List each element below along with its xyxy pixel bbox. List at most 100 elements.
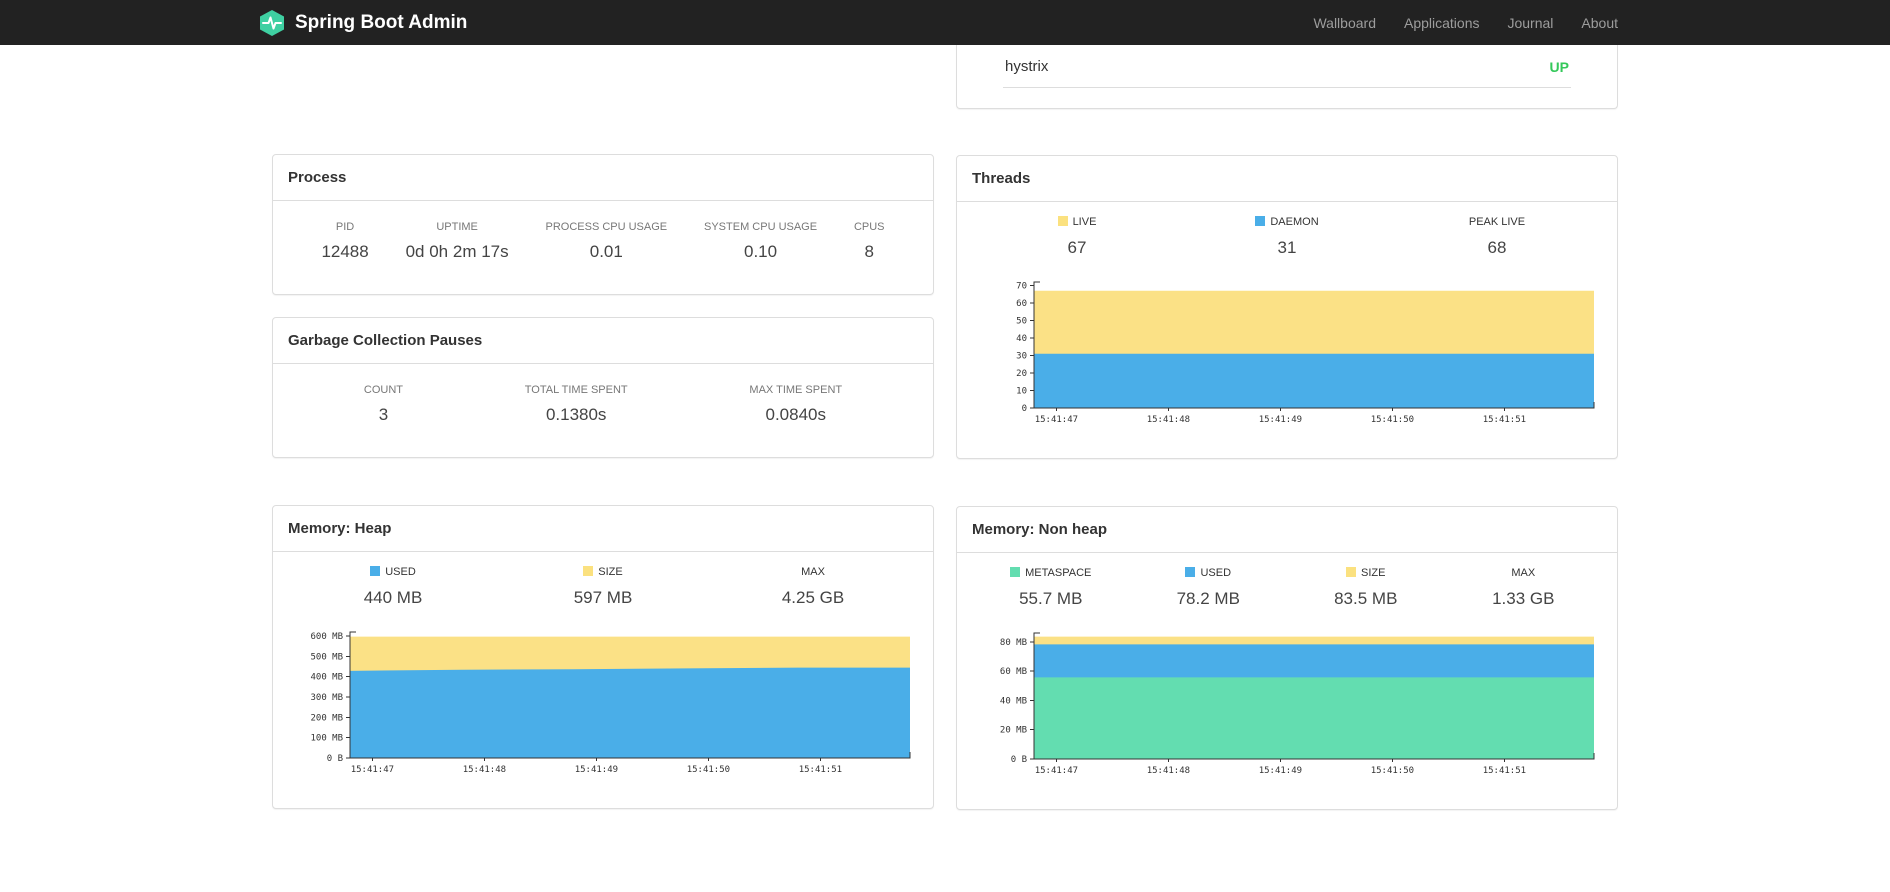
legend-live: LIVE [972, 216, 1182, 228]
legend-size: SIZE [498, 566, 708, 578]
metric-total-time-spent: TOTAL TIME SPENT 0.1380s [525, 384, 628, 427]
threads-panel-title: Threads [972, 170, 1031, 187]
legend-label: SIZE [598, 566, 623, 578]
metric-pid: PID 12488 [321, 221, 368, 264]
svg-text:20 MB: 20 MB [1000, 726, 1027, 736]
svg-text:10: 10 [1016, 387, 1027, 397]
gc-panel: Garbage Collection Pauses COUNT 3 TOTAL … [272, 317, 934, 458]
svg-text:40 MB: 40 MB [1000, 696, 1027, 706]
gc-metrics: COUNT 3 TOTAL TIME SPENT 0.1380s MAX TIM… [273, 364, 933, 457]
application-name: hystrix [1005, 58, 1049, 75]
legend-peak-live: PEAK LIVE [1392, 216, 1602, 228]
metric-value: 3 [378, 405, 389, 424]
metric-label: SYSTEM CPU USAGE [704, 221, 818, 233]
svg-text:15:41:50: 15:41:50 [1371, 415, 1414, 425]
brand-title: Spring Boot Admin [295, 11, 468, 33]
process-panel-title: Process [288, 169, 347, 186]
memory-heap-panel-heading: Memory: Heap [273, 506, 933, 552]
process-panel-heading: Process [273, 155, 933, 201]
legend-used: USED [288, 566, 498, 578]
stat-value: 440 MB [363, 588, 423, 607]
heap-chart: 0 B 100 MB 200 MB 300 MB 400 MB 500 MB 600 MB 1… [310, 631, 911, 775]
metric-system-cpu-usage: SYSTEM CPU USAGE 0.10 [704, 221, 817, 264]
memory-heap-panel: Memory: Heap USED 440 MB SIZE 597 MB MAX… [272, 505, 934, 809]
metric-value: 0.10 [743, 242, 778, 261]
metric-value: 0.0840s [765, 405, 827, 424]
legend-label: DAEMON [1270, 216, 1319, 228]
stat-max: MAX 4.25 GB [708, 566, 918, 610]
svg-text:80 MB: 80 MB [1000, 638, 1027, 648]
gc-panel-heading: Garbage Collection Pauses [273, 318, 933, 364]
nonheap-chart: 0 B 20 MB 40 MB 60 MB 80 MB 15:41:47 15:41:48 1… [1000, 632, 1595, 776]
metric-label: COUNT [363, 384, 403, 396]
process-metrics: PID 12488 UPTIME 0d 0h 2m 17s PROCESS CP… [273, 201, 933, 294]
legend-label: PEAK LIVE [1468, 216, 1526, 228]
threads-panel-heading: Threads [957, 156, 1617, 202]
svg-text:15:41:48: 15:41:48 [1147, 766, 1190, 776]
stat-max: MAX 1.33 GB [1445, 567, 1603, 611]
application-status-panel: hystrix UP [956, 45, 1618, 109]
svg-text:100 MB: 100 MB [310, 734, 343, 744]
brand[interactable]: Spring Boot Admin [258, 9, 467, 37]
process-panel: Process PID 12488 UPTIME 0d 0h 2m 17s PR… [272, 154, 934, 295]
legend-label: LIVE [1072, 216, 1097, 228]
stat-size: SIZE 597 MB [498, 566, 708, 610]
stat-value: 68 [1487, 238, 1507, 257]
nav-item-applications[interactable]: Applications [1404, 15, 1480, 31]
svg-text:0 B: 0 B [1011, 755, 1027, 765]
metric-value: 0.01 [589, 242, 623, 261]
stat-value: 67 [1067, 238, 1087, 257]
stat-value: 55.7 MB [1019, 589, 1083, 608]
svg-text:60: 60 [1016, 299, 1027, 309]
stat-value: 4.25 GB [781, 588, 845, 607]
legend-swatch [370, 566, 381, 576]
nav-links: Wallboard Applications Journal About [1313, 15, 1618, 31]
metric-uptime: UPTIME 0d 0h 2m 17s [406, 221, 509, 264]
nav-item-wallboard[interactable]: Wallboard [1313, 15, 1376, 31]
svg-text:600 MB: 600 MB [310, 632, 343, 642]
svg-text:30: 30 [1016, 352, 1027, 362]
metric-cpus: CPUS 8 [854, 221, 885, 264]
legend-metaspace: METASPACE [972, 567, 1130, 579]
stat-value: 597 MB [573, 588, 633, 607]
navbar-inner: Spring Boot Admin Wallboard Applications… [260, 0, 1618, 45]
metric-label: PROCESS CPU USAGE [545, 221, 668, 233]
legend-swatch [1346, 567, 1357, 577]
legend-size: SIZE [1287, 567, 1445, 579]
nav-item-journal[interactable]: Journal [1507, 15, 1553, 31]
svg-text:15:41:48: 15:41:48 [463, 765, 506, 775]
svg-text:15:41:51: 15:41:51 [799, 765, 842, 775]
gc-panel-title: Garbage Collection Pauses [288, 332, 483, 349]
stat-used: USED 440 MB [288, 566, 498, 610]
svg-text:15:41:49: 15:41:49 [575, 765, 618, 775]
svg-text:500 MB: 500 MB [310, 652, 343, 662]
svg-text:70: 70 [1016, 282, 1027, 292]
legend-label: METASPACE [1025, 567, 1092, 579]
memory-nonheap-stats: METASPACE 55.7 MB USED 78.2 MB SIZE 83.5… [972, 567, 1602, 611]
stat-value: 83.5 MB [1334, 589, 1398, 608]
threads-chart: 0 10 20 30 40 50 60 70 15:41:47 15:41:48 15:41:49 1… [1016, 281, 1595, 425]
svg-text:15:41:51: 15:41:51 [1483, 415, 1526, 425]
stat-value: 78.2 MB [1176, 589, 1240, 608]
svg-text:15:41:50: 15:41:50 [1371, 766, 1414, 776]
nav-item-about[interactable]: About [1581, 15, 1618, 31]
svg-text:60 MB: 60 MB [1000, 667, 1027, 677]
legend-label: SIZE [1361, 567, 1386, 579]
legend-swatch [1255, 216, 1266, 226]
right-column: hystrix UP Threads LIVE 67 DAEMON 31 PEA… [956, 45, 1618, 810]
metric-label: PID [335, 221, 355, 233]
svg-text:15:41:49: 15:41:49 [1259, 415, 1302, 425]
metric-label: CPUS [853, 221, 885, 233]
stat-metaspace: METASPACE 55.7 MB [972, 567, 1130, 611]
application-row[interactable]: hystrix UP [1003, 45, 1571, 88]
svg-text:400 MB: 400 MB [310, 673, 343, 683]
metric-label: TOTAL TIME SPENT [524, 384, 628, 396]
stat-value: 31 [1277, 238, 1297, 257]
legend-label: USED [385, 566, 416, 578]
main-content: Process PID 12488 UPTIME 0d 0h 2m 17s PR… [272, 45, 1618, 810]
svg-text:20: 20 [1016, 369, 1027, 379]
stat-value: 1.33 GB [1492, 589, 1555, 608]
navbar: Spring Boot Admin Wallboard Applications… [0, 0, 1890, 45]
svg-text:15:41:47: 15:41:47 [1035, 415, 1078, 425]
memory-heap-stats: USED 440 MB SIZE 597 MB MAX 4.25 GB [288, 566, 918, 610]
